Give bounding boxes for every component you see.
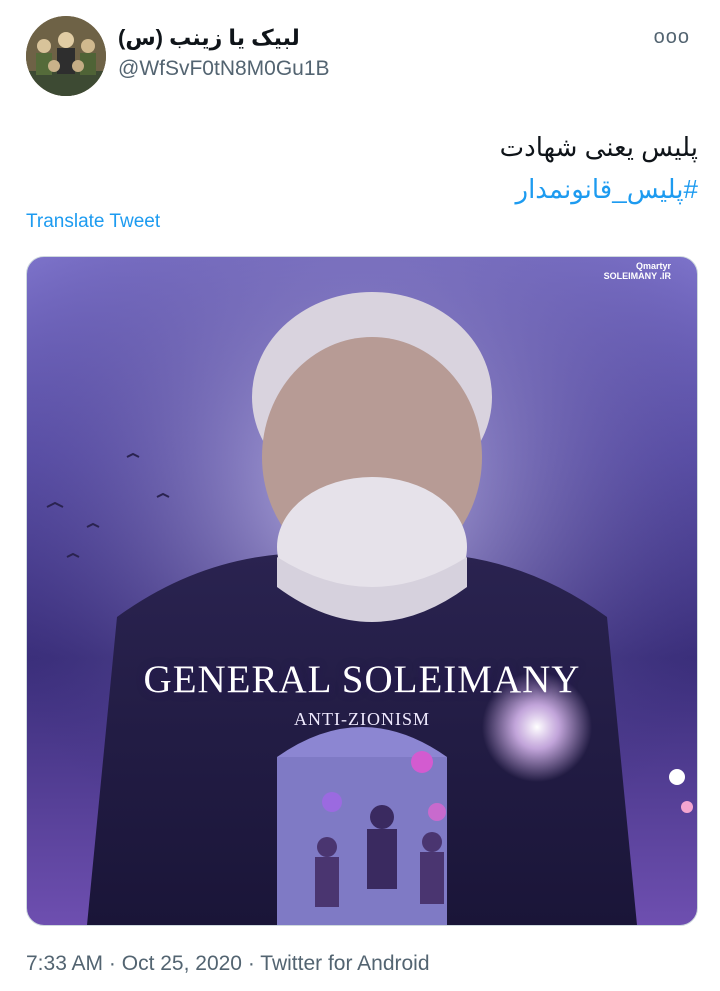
watermark-bottom: SOLEIMANY .IR (603, 271, 671, 281)
poster-watermark: Qmartyr SOLEIMANY .IR (604, 261, 671, 281)
more-options-icon[interactable]: ooo (654, 26, 690, 49)
tweet-date[interactable]: Oct 25, 2020 (122, 952, 242, 975)
translate-tweet-link[interactable]: Translate Tweet (26, 211, 160, 233)
hashtag-link[interactable]: #پلیس_قانونمدار (500, 168, 698, 210)
tweet-line: پلیس یعنی شهادت (499, 132, 698, 162)
tweet-media-image[interactable]: Qmartyr SOLEIMANY .IR GENERAL SOLEIMANY … (26, 256, 698, 926)
poster-title: GENERAL SOLEIMANY (143, 658, 581, 701)
display-name[interactable]: لبیک یا زینب (س) (118, 24, 330, 52)
tweet-header: لبیک یا زینب (س) @WfSvF0tN8M0Gu1B ooo (26, 16, 700, 98)
tweet-source[interactable]: Twitter for Android (260, 952, 429, 975)
user-handle[interactable]: @WfSvF0tN8M0Gu1B (118, 55, 330, 83)
meta-separator-1: · (103, 952, 122, 975)
tweet-time[interactable]: 7:33 AM (26, 952, 103, 975)
poster-artwork (27, 257, 697, 925)
poster-subtitle: ANTI-ZIONISM (294, 709, 430, 729)
meta-separator-2: · (241, 952, 261, 975)
user-names: لبیک یا زینب (س) @WfSvF0tN8M0Gu1B (118, 24, 330, 83)
tweet-text: پلیس یعنی شهادت #پلیس_قانونمدار (500, 126, 698, 210)
tweet-meta: 7:33 AM · Oct 25, 2020 · Twitter for And… (26, 952, 430, 976)
avatar[interactable] (26, 16, 106, 96)
watermark-top: Qmartyr (635, 261, 671, 271)
avatar-image (26, 16, 106, 96)
